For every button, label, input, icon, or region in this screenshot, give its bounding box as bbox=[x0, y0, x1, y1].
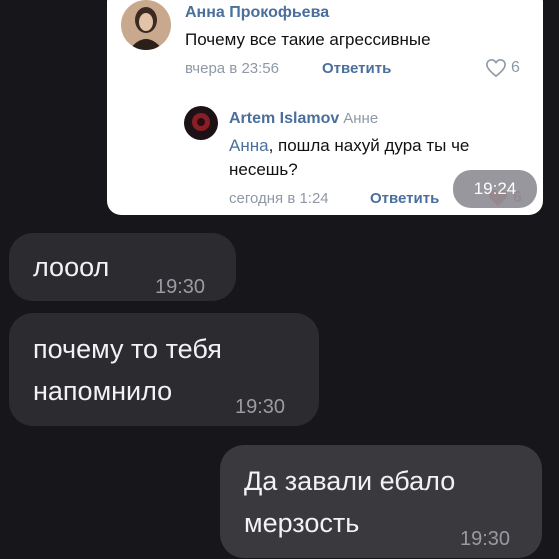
reply-author[interactable]: Artem Islamov Анне bbox=[229, 110, 378, 128]
shared-message-time: 19:24 bbox=[453, 170, 537, 208]
reply-to-label[interactable]: Анне bbox=[343, 110, 378, 127]
comment-date: вчера в 23:56 bbox=[185, 60, 279, 77]
message-text-line1: Да завали ебало bbox=[244, 466, 456, 496]
message-text-line2: мерзость bbox=[244, 508, 360, 538]
incoming-message-bubble[interactable]: лооол 19:30 bbox=[9, 233, 236, 301]
reply-mention[interactable]: Анна bbox=[229, 136, 269, 155]
message-time: 19:30 bbox=[155, 276, 206, 298]
message-time: 19:30 bbox=[235, 396, 286, 418]
comment-like-button[interactable]: 6 bbox=[485, 58, 520, 78]
anna-avatar bbox=[121, 0, 171, 50]
comment-reply-button[interactable]: Ответить bbox=[322, 60, 391, 77]
outgoing-message-bubble[interactable]: Да завали ебало мерзость 19:30 bbox=[220, 445, 542, 558]
comment-author[interactable]: Анна Прокофьева bbox=[185, 4, 329, 22]
incoming-message-bubble[interactable]: почему то тебя напомнило 19:30 bbox=[9, 313, 319, 426]
comment-text: Почему все такие агрессивные bbox=[185, 30, 431, 49]
comment-like-count: 6 bbox=[511, 59, 520, 76]
message-text: лооол bbox=[33, 252, 110, 282]
message-text-line1: почему то тебя bbox=[33, 334, 222, 364]
message-time: 19:30 bbox=[460, 528, 511, 550]
message-text-line2: напомнило bbox=[33, 376, 173, 406]
heart-outline-icon bbox=[486, 58, 506, 78]
artem-avatar bbox=[184, 106, 218, 140]
reply-date: сегодня в 1:24 bbox=[229, 190, 329, 207]
reply-reply-button[interactable]: Ответить bbox=[370, 190, 439, 207]
